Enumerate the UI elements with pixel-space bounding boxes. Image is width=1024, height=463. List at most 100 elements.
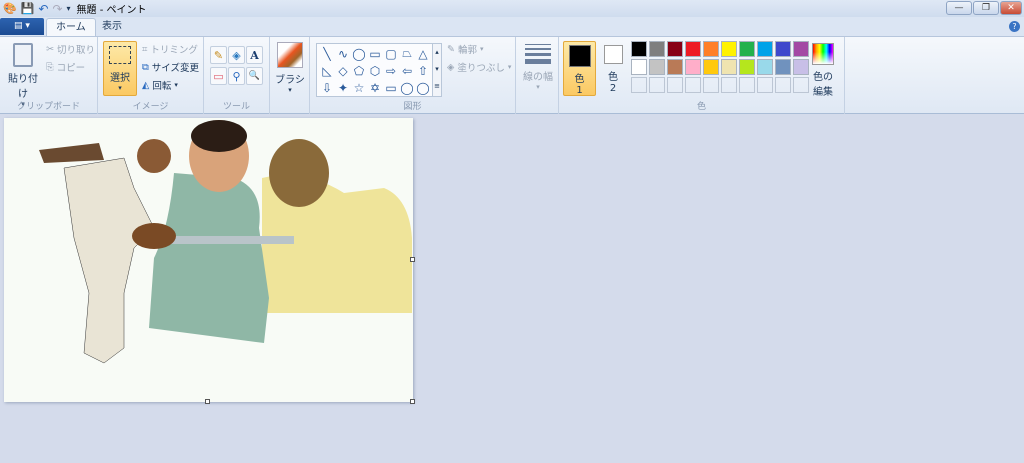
window-title: 無題 - ペイント	[76, 5, 147, 16]
color-swatch[interactable]	[685, 77, 701, 93]
drawing-canvas[interactable]	[4, 118, 415, 404]
color-swatch[interactable]	[757, 59, 773, 75]
shape-11-icon[interactable]: ⇨	[386, 64, 396, 78]
shape-7-icon[interactable]: ◺	[322, 64, 331, 78]
color-swatch[interactable]	[667, 59, 683, 75]
paint-app-icon[interactable]: 🎨	[3, 2, 17, 15]
color-swatch[interactable]	[685, 41, 701, 57]
color-swatch[interactable]	[631, 59, 647, 75]
shape-9-icon[interactable]: ⬠	[354, 64, 364, 78]
cut-button[interactable]: ✂ 切り取り	[46, 42, 95, 57]
rotate-label: 回転	[152, 81, 172, 92]
edit-colors-label-1: 色の	[813, 72, 833, 83]
brushes-label: ブラシ	[275, 75, 305, 86]
shape-10-icon[interactable]: ⬡	[370, 64, 380, 78]
color-swatch[interactable]	[631, 41, 647, 57]
color-swatch[interactable]	[739, 59, 755, 75]
color2-button[interactable]: 色 2	[599, 41, 627, 94]
minimize-button[interactable]: —	[946, 1, 972, 15]
resize-button[interactable]: ⧉ サイズ変更	[142, 60, 199, 75]
shape-2-icon[interactable]: ◯	[352, 47, 365, 61]
outline-button[interactable]: ✎ 輪郭 ▾	[447, 42, 484, 57]
shape-4-icon[interactable]: ▢	[385, 47, 396, 61]
color-swatch[interactable]	[649, 41, 665, 57]
color-swatch[interactable]	[775, 59, 791, 75]
color-swatch[interactable]	[703, 41, 719, 57]
shape-12-icon[interactable]: ⇦	[402, 64, 412, 78]
rotate-button[interactable]: ◭ 回転 ▾	[142, 78, 178, 93]
help-icon[interactable]: ?	[1009, 21, 1020, 32]
shapes-scroll[interactable]: ▴ ▾ ≡	[432, 43, 442, 97]
scissors-icon: ✂	[46, 43, 54, 55]
color-swatch[interactable]	[793, 41, 809, 57]
resize-handle-bottom[interactable]	[205, 399, 210, 404]
size-button[interactable]: 線の幅 ▾	[520, 42, 556, 91]
color-swatch[interactable]	[685, 59, 701, 75]
color-swatch[interactable]	[757, 77, 773, 93]
crop-button[interactable]: ⌗ トリミング	[142, 42, 198, 57]
shape-5-icon[interactable]: ⏢	[402, 46, 412, 61]
shape-19-icon[interactable]: ◯	[400, 81, 413, 95]
color-swatch[interactable]	[703, 77, 719, 93]
color-swatch[interactable]	[649, 77, 665, 93]
redo-icon[interactable]: ↷	[52, 2, 62, 16]
outline-label: 輪郭	[457, 45, 477, 56]
tab-view[interactable]: 表示	[93, 18, 131, 36]
color-swatch[interactable]	[775, 77, 791, 93]
color2-swatch	[603, 45, 623, 64]
brushes-button[interactable]: ブラシ ▾	[274, 41, 306, 94]
close-button[interactable]: ✕	[1000, 1, 1022, 15]
color-swatch[interactable]	[739, 41, 755, 57]
magnifier-icon[interactable]: 🔍	[246, 67, 263, 85]
image-group-label: イメージ	[132, 102, 169, 112]
color-swatch[interactable]	[703, 59, 719, 75]
shape-17-icon[interactable]: ✡	[370, 81, 380, 95]
color-swatch[interactable]	[649, 59, 665, 75]
shape-15-icon[interactable]: ✦	[338, 81, 348, 95]
color-swatch[interactable]	[793, 77, 809, 93]
color-swatch[interactable]	[667, 41, 683, 57]
tab-home[interactable]: ホーム	[46, 18, 96, 36]
edit-colors-button[interactable]: 色の 編集	[809, 41, 837, 98]
shape-0-icon[interactable]: ╲	[323, 47, 330, 61]
text-icon[interactable]: A	[246, 46, 263, 64]
color-swatch[interactable]	[739, 77, 755, 93]
cut-label: 切り取り	[56, 45, 95, 56]
save-icon[interactable]: 💾	[21, 2, 35, 15]
pencil-icon[interactable]: ✎	[210, 46, 227, 64]
color-swatch[interactable]	[667, 77, 683, 93]
shape-6-icon[interactable]: △	[418, 47, 427, 61]
title-bar: 🎨 💾 ↶ ↷ ▾ 無題 - ペイント — ❐ ✕	[0, 0, 1024, 17]
shape-13-icon[interactable]: ⇧	[418, 64, 428, 78]
copy-button[interactable]: ⎘ コピー	[46, 60, 85, 75]
resize-handle-corner[interactable]	[410, 399, 415, 404]
fill-bucket-icon[interactable]: ◈	[228, 46, 245, 64]
select-button[interactable]: 選択 ▾	[103, 41, 137, 96]
shape-20-icon[interactable]: ◯	[416, 81, 429, 95]
rotate-icon: ◭	[142, 79, 150, 91]
color-swatch[interactable]	[631, 77, 647, 93]
color-swatch[interactable]	[757, 41, 773, 57]
select-label: 選択	[110, 73, 130, 84]
color-swatch[interactable]	[721, 77, 737, 93]
eraser-icon[interactable]: ▭	[210, 67, 227, 85]
paste-button[interactable]: 貼り付け ▾	[4, 41, 42, 108]
shape-16-icon[interactable]: ☆	[354, 81, 365, 95]
fill-button[interactable]: ◈ 塗りつぶし ▾	[447, 60, 511, 75]
color1-button[interactable]: 色 1	[563, 41, 596, 96]
shape-14-icon[interactable]: ⇩	[322, 81, 332, 95]
resize-handle-right[interactable]	[410, 257, 415, 262]
color-swatch[interactable]	[775, 41, 791, 57]
shape-18-icon[interactable]: ▭	[385, 81, 396, 95]
color-swatch[interactable]	[793, 59, 809, 75]
color-picker-icon[interactable]: ⚲	[228, 67, 245, 85]
maximize-button[interactable]: ❐	[973, 1, 999, 15]
color-swatch[interactable]	[721, 59, 737, 75]
paint-menu-button[interactable]: ▤ ▾	[0, 18, 44, 35]
shape-8-icon[interactable]: ◇	[338, 64, 347, 78]
shape-3-icon[interactable]: ▭	[369, 47, 380, 61]
undo-icon[interactable]: ↶	[38, 2, 48, 16]
customize-quick-access-icon[interactable]: ▾	[67, 4, 71, 13]
color-swatch[interactable]	[721, 41, 737, 57]
shape-1-icon[interactable]: ∿	[338, 47, 348, 61]
